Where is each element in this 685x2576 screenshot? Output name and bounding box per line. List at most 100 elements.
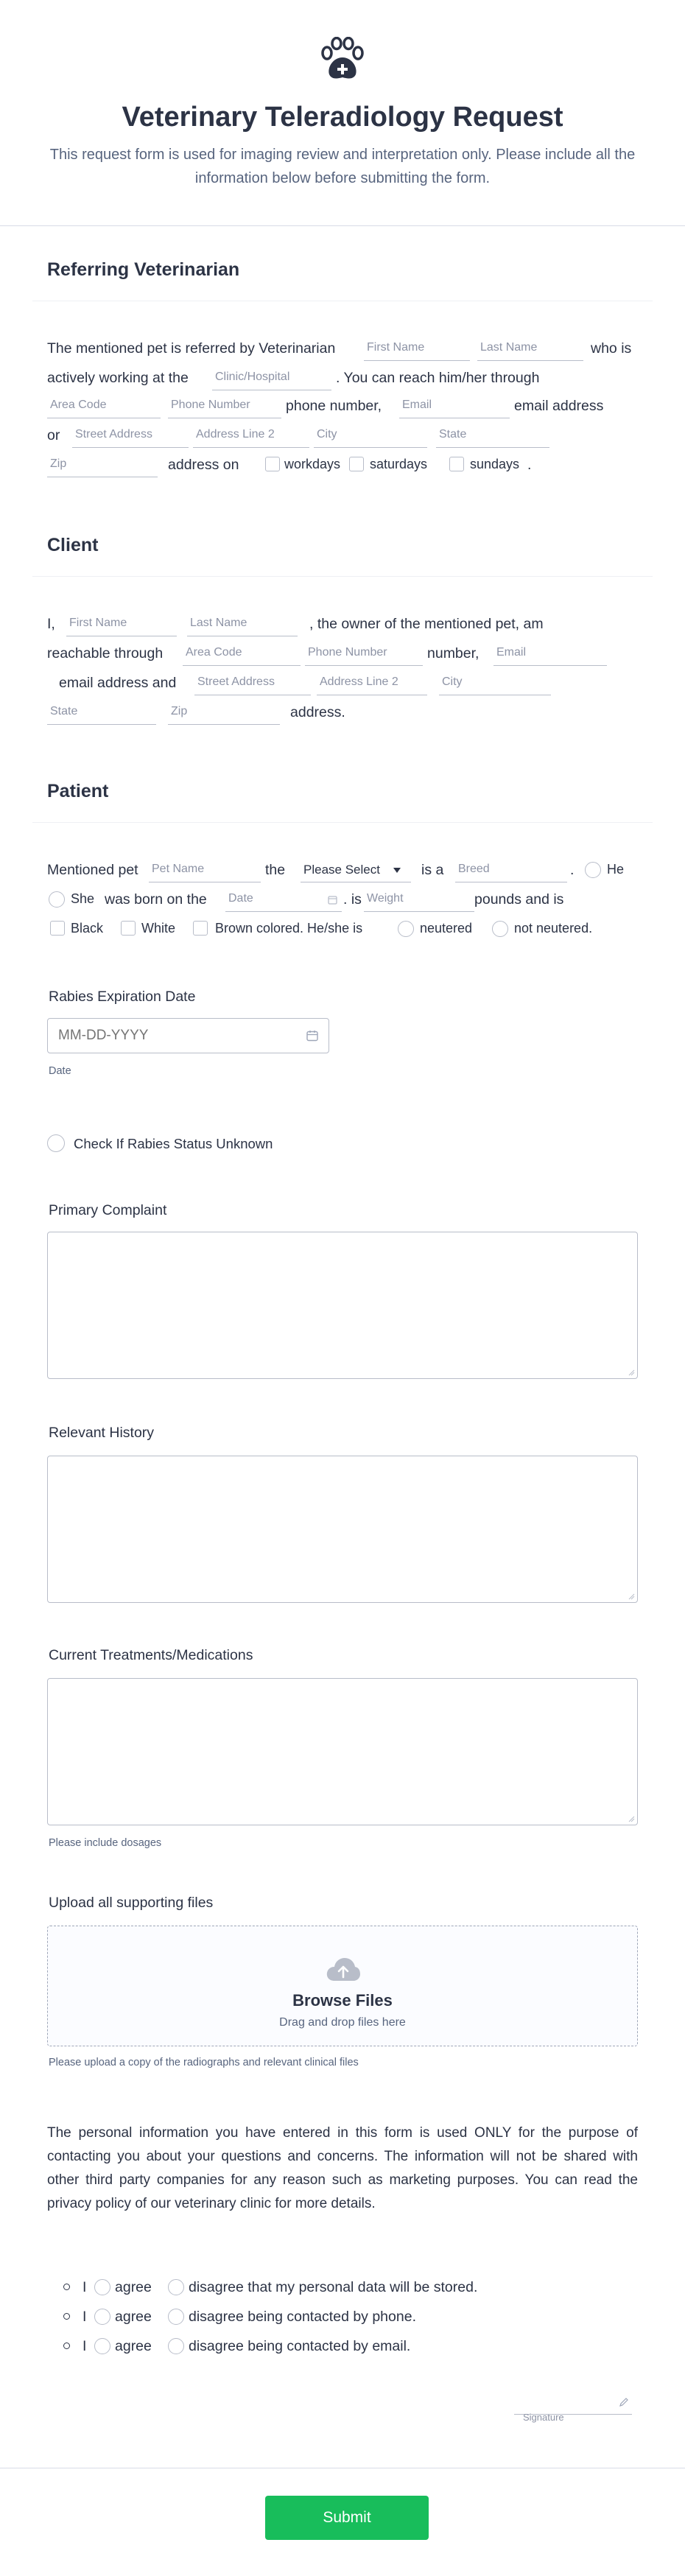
- ref-zip-field[interactable]: [47, 452, 158, 477]
- consent-disagree-label: disagree being contacted by phone.: [189, 2309, 416, 2325]
- client-text-2: , the owner of the mentioned pet, am: [309, 616, 544, 632]
- referring-text-9: .: [527, 457, 532, 473]
- ref-zip-input[interactable]: [47, 452, 158, 476]
- consent-agree-radio[interactable]: [94, 2279, 110, 2295]
- species-selected-value: Please Select: [303, 863, 380, 877]
- client-zip-field[interactable]: [168, 700, 280, 725]
- pet-name-field[interactable]: [149, 857, 261, 882]
- ref-area-code-field[interactable]: [47, 393, 161, 418]
- weight-field[interactable]: [364, 887, 474, 912]
- black-checkbox[interactable]: [50, 921, 65, 936]
- ref-email-field[interactable]: [399, 393, 510, 418]
- list-bullet: [63, 2342, 70, 2349]
- calendar-icon[interactable]: [328, 895, 337, 905]
- complaint-textarea[interactable]: [47, 1232, 638, 1379]
- rabies-unknown-checkbox[interactable]: [47, 1134, 65, 1152]
- treatments-textarea[interactable]: [47, 1678, 638, 1825]
- client-address2-input[interactable]: [317, 670, 427, 694]
- birth-date-field[interactable]: [225, 887, 342, 912]
- client-last-name-input[interactable]: [187, 611, 298, 635]
- ref-area-code-input[interactable]: [47, 393, 161, 417]
- breed-input[interactable]: [455, 857, 567, 881]
- page-subtitle: This request form is used for imaging re…: [49, 147, 636, 186]
- section-title-patient: Patient: [47, 781, 109, 801]
- client-street-field[interactable]: [194, 670, 311, 695]
- client-text-1: I,: [47, 616, 55, 632]
- birth-date-input[interactable]: [225, 887, 342, 910]
- ref-street-field[interactable]: [72, 423, 189, 448]
- workdays-checkbox[interactable]: [265, 457, 280, 471]
- client-state-field[interactable]: [47, 700, 156, 725]
- patient-text-4: .: [570, 862, 575, 878]
- file-dropzone[interactable]: Browse Files Drag and drop files here: [47, 1926, 638, 2046]
- resize-grip-icon[interactable]: [628, 1593, 635, 1600]
- ref-city-input[interactable]: [314, 423, 427, 446]
- submit-button[interactable]: Submit: [265, 2496, 429, 2540]
- consent-disagree-radio[interactable]: [168, 2279, 184, 2295]
- ref-clinic-input[interactable]: [212, 365, 331, 389]
- ref-first-name-input[interactable]: [364, 336, 470, 359]
- ref-address2-input[interactable]: [193, 423, 309, 446]
- client-state-input[interactable]: [47, 700, 156, 723]
- rabies-label: Rabies Expiration Date: [49, 989, 196, 1005]
- client-city-field[interactable]: [439, 670, 551, 695]
- ref-street-input[interactable]: [72, 423, 189, 446]
- pet-name-input[interactable]: [149, 857, 261, 881]
- ref-last-name-field[interactable]: [477, 336, 583, 361]
- client-city-input[interactable]: [439, 670, 551, 694]
- client-street-input[interactable]: [194, 670, 311, 694]
- consent-disagree-label: disagree being contacted by email.: [189, 2338, 411, 2354]
- ref-first-name-field[interactable]: [364, 336, 470, 361]
- he-radio[interactable]: [585, 862, 601, 878]
- she-radio[interactable]: [49, 891, 65, 908]
- cloud-upload-icon: [326, 1958, 360, 1981]
- ref-city-field[interactable]: [314, 423, 427, 448]
- weight-input[interactable]: [364, 887, 474, 910]
- pen-icon: [619, 2398, 628, 2407]
- patient-text-3: is a: [421, 862, 444, 878]
- history-textarea[interactable]: [47, 1456, 638, 1603]
- client-email-field[interactable]: [493, 641, 607, 666]
- ref-phone-input[interactable]: [168, 393, 281, 417]
- rabies-date-field[interactable]: [47, 1018, 329, 1053]
- client-area-code-field[interactable]: [183, 641, 301, 666]
- client-zip-input[interactable]: [168, 700, 280, 723]
- ref-last-name-input[interactable]: [477, 336, 583, 359]
- white-checkbox[interactable]: [121, 921, 136, 936]
- ref-state-field[interactable]: [436, 423, 549, 448]
- consent-disagree-radio[interactable]: [168, 2338, 184, 2354]
- neutered-radio[interactable]: [398, 921, 414, 937]
- client-last-name-field[interactable]: [187, 611, 298, 636]
- client-phone-input[interactable]: [305, 641, 423, 664]
- consent-agree-radio[interactable]: [94, 2309, 110, 2325]
- consent-disagree-radio[interactable]: [168, 2309, 184, 2325]
- not-neutered-radio[interactable]: [492, 921, 508, 937]
- species-select[interactable]: Please Select: [301, 857, 411, 882]
- client-email-input[interactable]: [493, 641, 607, 664]
- client-first-name-input[interactable]: [66, 611, 177, 635]
- client-phone-field[interactable]: [305, 641, 423, 666]
- signature-label: Signature: [523, 2412, 564, 2423]
- client-area-code-input[interactable]: [183, 641, 301, 664]
- client-address2-field[interactable]: [317, 670, 427, 695]
- referring-text-1: The mentioned pet is referred by Veterin…: [47, 340, 336, 357]
- referring-text-7: or: [47, 427, 60, 443]
- rabies-date-input[interactable]: [48, 1019, 269, 1053]
- ref-phone-field[interactable]: [168, 393, 281, 418]
- calendar-icon[interactable]: [306, 1030, 318, 1042]
- breed-field[interactable]: [455, 857, 567, 882]
- client-first-name-field[interactable]: [66, 611, 177, 636]
- sundays-checkbox[interactable]: [449, 457, 464, 471]
- ref-address2-field[interactable]: [193, 423, 309, 448]
- consent-agree-radio[interactable]: [94, 2338, 110, 2354]
- saturdays-checkbox[interactable]: [349, 457, 364, 471]
- ref-clinic-field[interactable]: [212, 365, 331, 390]
- ref-email-input[interactable]: [399, 393, 510, 417]
- patient-text-5: was born on the: [105, 891, 207, 908]
- neutered-label: neutered: [420, 921, 473, 936]
- brown-checkbox[interactable]: [193, 921, 208, 936]
- resize-grip-icon[interactable]: [628, 1369, 635, 1376]
- ref-state-input[interactable]: [436, 423, 549, 446]
- resize-grip-icon[interactable]: [628, 1815, 635, 1822]
- browse-files-button[interactable]: Browse Files: [48, 1991, 637, 2010]
